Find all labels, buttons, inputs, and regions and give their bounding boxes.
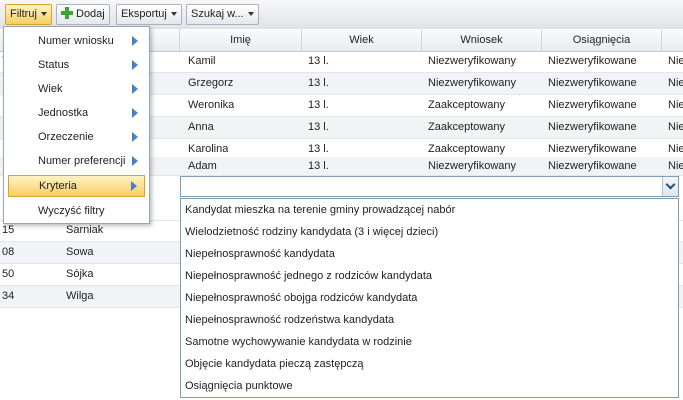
row-extra: Nie — [668, 160, 683, 172]
menu-item-label: Orzeczenie — [38, 131, 94, 143]
row-age: 13 l. — [308, 99, 329, 111]
row-age: 13 l. — [308, 160, 329, 172]
row-name: Adam — [188, 160, 217, 172]
row-id: 34 — [2, 290, 15, 302]
arrow-right-icon — [132, 84, 138, 94]
menu-item-preference-number[interactable]: Numer preferencji — [8, 150, 145, 172]
menu-item-label: Jednostka — [38, 107, 89, 119]
caret-down-icon — [170, 12, 177, 17]
add-button[interactable]: Dodaj — [56, 4, 110, 25]
arrow-right-icon — [132, 36, 138, 46]
criteria-select-trigger[interactable] — [662, 177, 678, 196]
menu-item-label: Wiek — [38, 83, 63, 95]
column-header-more[interactable] — [662, 29, 683, 51]
criteria-option[interactable]: Niepełnosprawność obojga rodziców kandyd… — [185, 287, 417, 309]
row-request: Niezweryfikowany — [428, 55, 517, 67]
criteria-option[interactable]: Osiągnięcia punktowe — [185, 375, 293, 397]
caret-down-icon — [40, 12, 47, 17]
row-surname: Sowa — [66, 246, 94, 258]
criteria-option[interactable]: Objęcie kandydata pieczą zastępczą — [185, 353, 364, 375]
arrow-right-icon — [132, 132, 138, 142]
menu-item-label: Kryteria — [39, 180, 77, 192]
criteria-option[interactable]: Niepełnosprawność jednego z rodziców kan… — [185, 265, 432, 287]
menu-item-unit[interactable]: Jednostka — [8, 102, 145, 124]
row-name: Grzegorz — [188, 77, 234, 89]
column-header-name[interactable]: Imię — [180, 29, 302, 51]
column-header-age[interactable]: Wiek — [302, 29, 422, 51]
export-button[interactable]: Eksportuj — [116, 4, 182, 25]
filter-menu: Numer wniosku Status Wiek Jednostka Orze… — [3, 26, 150, 224]
criteria-dropdown: Kandydat mieszka na terenie gminy prowad… — [180, 198, 679, 398]
row-achievements: Niezweryfikowane — [548, 77, 637, 89]
row-age: 13 l. — [308, 121, 329, 133]
filter-button-label: Filtruj — [10, 8, 37, 20]
criteria-option[interactable]: Niepełnosprawność rodzeństwa kandydata — [185, 309, 394, 331]
menu-item-label: Numer wniosku — [38, 35, 114, 47]
row-age: 13 l. — [308, 77, 329, 89]
column-header-achievements[interactable]: Osiągnięcia — [542, 29, 662, 51]
add-button-label: Dodaj — [76, 8, 105, 20]
menu-item-criteria[interactable]: Kryteria — [8, 175, 145, 197]
caret-down-icon — [247, 12, 254, 17]
row-name: Weronika — [188, 99, 235, 111]
menu-item-ruling[interactable]: Orzeczenie — [8, 126, 145, 148]
row-achievements: Niezweryfikowane — [548, 55, 637, 67]
row-name: Anna — [188, 121, 214, 133]
row-request: Niezweryfikowany — [428, 77, 517, 89]
menu-item-age[interactable]: Wiek — [8, 78, 145, 100]
plus-icon — [61, 7, 73, 19]
arrow-right-icon — [132, 108, 138, 118]
menu-item-label: Numer preferencji — [38, 155, 126, 167]
criteria-option[interactable]: Kandydat mieszka na terenie gminy prowad… — [185, 199, 455, 221]
row-extra: Nie — [668, 99, 683, 111]
arrow-right-icon — [132, 60, 138, 70]
menu-item-label: Status — [38, 59, 70, 71]
filter-button[interactable]: Filtruj — [5, 4, 52, 25]
criteria-option[interactable]: Niepełnosprawność kandydata — [185, 243, 335, 265]
criteria-option[interactable]: Wielodzietność rodziny kandydata (3 i wi… — [185, 221, 438, 243]
menu-item-label: Wyczyść filtry — [38, 205, 105, 217]
menu-item-clear-filters[interactable]: Wyczyść filtry — [8, 200, 145, 222]
export-button-label: Eksportuj — [121, 8, 167, 20]
criteria-option[interactable]: Samotne wychowywanie kandydata w rodzini… — [185, 331, 412, 353]
row-extra: Nie — [668, 77, 683, 89]
row-extra: Nie — [668, 55, 683, 67]
row-extra: Nie — [668, 121, 683, 133]
search-in-button-label: Szukaj w... — [191, 8, 244, 20]
criteria-select[interactable] — [180, 176, 679, 197]
menu-item-status[interactable]: Status — [8, 54, 145, 76]
row-age: 13 l. — [308, 55, 329, 67]
row-request: Zaakceptowany — [428, 121, 506, 133]
row-id: 08 — [2, 246, 15, 258]
menu-item-request-number[interactable]: Numer wniosku — [8, 30, 145, 52]
row-name: Kamil — [188, 55, 216, 67]
row-id: 50 — [2, 268, 15, 280]
row-surname: Wilga — [66, 290, 94, 302]
arrow-right-icon — [132, 156, 138, 166]
arrow-right-icon — [131, 181, 137, 191]
column-header-request[interactable]: Wniosek — [422, 29, 542, 51]
row-surname: Sójka — [66, 268, 94, 280]
row-request: Niezweryfikowany — [428, 160, 517, 172]
row-achievements: Niezweryfikowane — [548, 160, 637, 172]
search-in-button[interactable]: Szukaj w... — [186, 4, 259, 25]
row-achievements: Niezweryfikowane — [548, 99, 637, 111]
row-request: Zaakceptowany — [428, 99, 506, 111]
chevron-down-icon — [665, 179, 676, 190]
row-achievements: Niezweryfikowane — [548, 121, 637, 133]
